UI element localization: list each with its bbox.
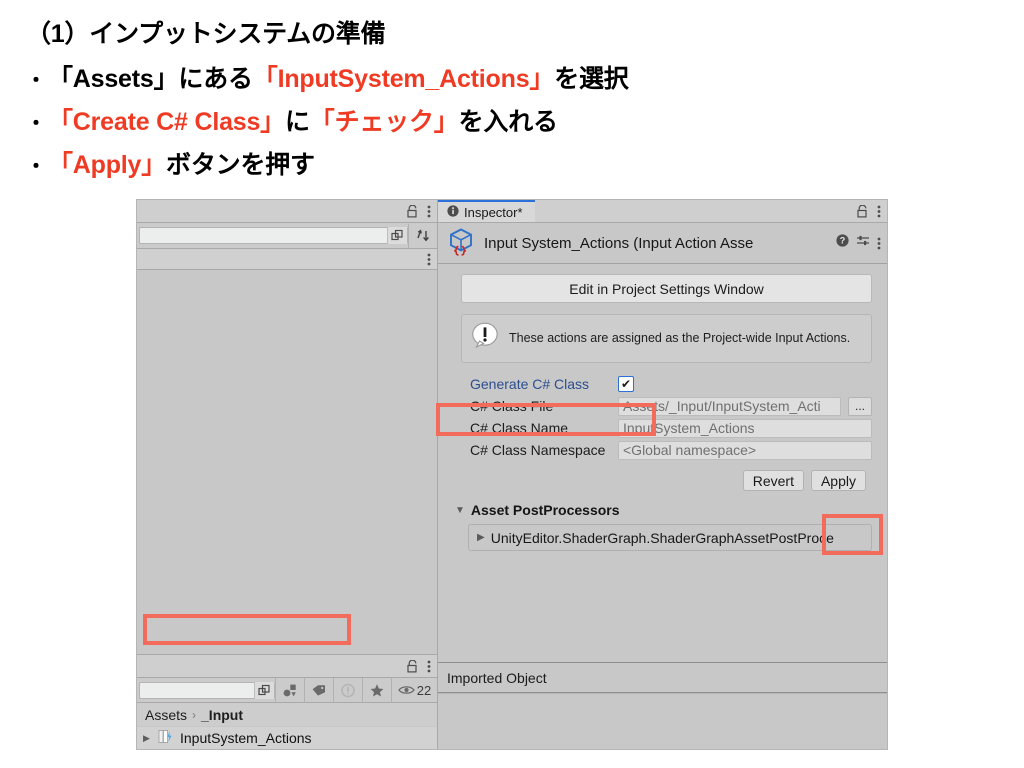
kebab-menu-icon[interactable] [877, 237, 881, 250]
help-message-text: These actions are assigned as the Projec… [509, 331, 851, 346]
foldout-arrow-icon[interactable]: ▶ [143, 733, 154, 743]
kebab-menu-icon[interactable] [877, 205, 881, 218]
inspector-column: Inspector* Input System_Actions (Input A… [438, 200, 887, 749]
bullet-3-segment-2: ボタンを押す [166, 151, 315, 179]
bullet-item-3: ・ 「Apply」ボタンを押す [26, 145, 1024, 181]
settings-sliders-icon[interactable] [856, 234, 870, 252]
breadcrumb-root[interactable]: Assets [145, 707, 187, 723]
breadcrumb: Assets › _Input [137, 703, 437, 726]
bullet-marker-icon: ・ [26, 70, 46, 92]
visible-count-label: 22 [416, 682, 432, 698]
inspector-footer: Imported Object [438, 662, 887, 749]
field-label: C# Class Name [470, 420, 569, 436]
postprocessor-name: UnityEditor.ShaderGraph.ShaderGraphAsset… [490, 529, 834, 546]
upper-panel-content [137, 270, 437, 654]
sort-icon[interactable] [408, 223, 437, 248]
bullet-3-segment-1: 「Apply」 [48, 151, 167, 179]
bullet-1-segment-1: 「Assets」にある [48, 65, 253, 93]
field-cs-class-name[interactable]: C# Class Name InputSystem_Actions [446, 417, 879, 439]
bullet-item-2: ・ 「Create C# Class」に「チェック」を入れる [26, 102, 1024, 138]
field-generate-cs-class[interactable]: Generate C# Class ✔ [446, 373, 879, 395]
bullet-2-segment-2: に [284, 108, 310, 136]
project-filter-toolbar: 22 [137, 677, 437, 703]
foldout-right-icon[interactable]: ▶ [477, 532, 485, 543]
apply-button[interactable]: Apply [810, 470, 866, 491]
project-browser-panel: 22 Assets › _Input ▶ InputSystem_Actions [137, 654, 437, 749]
foldout-down-icon[interactable]: ▼ [455, 505, 465, 516]
list-item[interactable]: ▶ InputSystem_Actions [137, 727, 437, 749]
postprocessor-item[interactable]: ▶ UnityEditor.ShaderGraph.ShaderGraphAss… [468, 524, 872, 551]
slide-text-block: （1）インプットシステムの準備 ・ 「Assets」にある「InputSyste… [0, 0, 1024, 188]
project-search-input[interactable] [139, 681, 275, 699]
lock-icon[interactable] [407, 659, 418, 673]
cs-class-file-input[interactable]: Assets/_Input/InputSystem_Acti [618, 396, 841, 416]
imported-object-bar: Imported Object [438, 662, 887, 693]
help-icon[interactable]: ? [836, 234, 849, 252]
bullet-2-segment-3: 「チェック」 [309, 108, 459, 136]
search-expand-icon[interactable] [387, 227, 407, 244]
cs-class-namespace-input[interactable]: <Global namespace> [618, 440, 872, 460]
upper-panel-toolbar [137, 223, 437, 249]
filter-by-label-icon[interactable] [304, 677, 333, 703]
page-title: （1）インプットシステムの準備 [26, 20, 386, 48]
info-icon [447, 204, 459, 220]
field-label: C# Class File [470, 398, 554, 414]
help-message-box: These actions are assigned as the Projec… [461, 314, 872, 363]
asset-postprocessors-label: Asset PostProcessors [470, 502, 620, 518]
browse-button[interactable]: ... [848, 396, 872, 416]
filter-warning-icon[interactable] [333, 677, 362, 703]
favorites-star-icon[interactable] [362, 677, 391, 703]
lock-icon[interactable] [857, 204, 868, 218]
imported-object-content [438, 693, 887, 749]
input-action-asset-cube-icon [446, 226, 476, 261]
inspector-tabbar: Inspector* [438, 200, 887, 223]
unity-editor-window: 22 Assets › _Input ▶ InputSystem_Actions [137, 200, 887, 749]
field-cs-class-file[interactable]: C# Class File Assets/_Input/InputSystem_… [446, 395, 879, 417]
project-column: 22 Assets › _Input ▶ InputSystem_Actions [137, 200, 438, 749]
imported-object-label: Imported Object [447, 669, 547, 686]
asset-name: InputSystem_Actions [180, 730, 312, 746]
upper-panel-subbar [137, 249, 437, 270]
bullet-1-segment-3: を選択 [554, 65, 629, 93]
upper-panel-tabbar [137, 200, 437, 223]
generate-cs-class-checkbox[interactable]: ✔ [618, 376, 634, 392]
edit-in-project-settings-button[interactable]: Edit in Project Settings Window [461, 274, 872, 303]
bullet-2-segment-4: を入れる [458, 108, 558, 136]
project-panel-tabbar [137, 655, 437, 678]
search-input[interactable] [139, 227, 408, 244]
bullet-item-1: ・ 「Assets」にある「InputSystem_Actions」を選択 [26, 59, 1024, 95]
warning-icon [470, 321, 500, 356]
kebab-menu-icon[interactable] [427, 660, 431, 673]
cs-class-name-input[interactable]: InputSystem_Actions [618, 418, 872, 438]
revert-button[interactable]: Revert [742, 470, 804, 491]
tab-inspector-label: Inspector* [464, 204, 523, 220]
kebab-menu-icon[interactable] [427, 253, 431, 266]
chevron-right-icon: › [192, 707, 197, 722]
visible-count[interactable]: 22 [391, 677, 437, 703]
bullet-marker-icon: ・ [26, 156, 46, 178]
lock-icon[interactable] [407, 204, 418, 218]
search-expand-icon[interactable] [254, 681, 274, 699]
bullet-2-segment-1: 「Create C# Class」 [48, 108, 285, 136]
filter-by-type-icon[interactable] [275, 677, 304, 703]
svg-text:?: ? [840, 236, 846, 246]
field-label: C# Class Namespace [470, 442, 606, 458]
inspector-object-title: Input System_Actions (Input Action Asse [484, 234, 754, 252]
asset-postprocessors-header[interactable]: ▼ Asset PostProcessors [455, 502, 879, 518]
inspector-tabbar-actions [857, 200, 887, 222]
bullet-marker-icon: ・ [26, 113, 46, 135]
kebab-menu-icon[interactable] [427, 205, 431, 218]
eye-icon [397, 686, 415, 694]
asset-list: ▶ InputSystem_Actions [137, 726, 437, 749]
apply-revert-row: Revert Apply [446, 470, 866, 491]
inspector-object-header: Input System_Actions (Input Action Asse … [438, 223, 887, 264]
inspector-body: Edit in Project Settings Window These ac… [438, 264, 887, 662]
tab-inspector[interactable]: Inspector* [438, 200, 535, 222]
input-action-asset-icon [158, 729, 176, 747]
field-label: Generate C# Class [470, 376, 590, 392]
field-cs-class-namespace[interactable]: C# Class Namespace <Global namespace> [446, 439, 879, 461]
breadcrumb-current[interactable]: _Input [201, 707, 243, 723]
inspector-header-icons: ? [836, 234, 881, 252]
bullet-1-segment-2: 「InputSystem_Actions」 [252, 65, 555, 93]
